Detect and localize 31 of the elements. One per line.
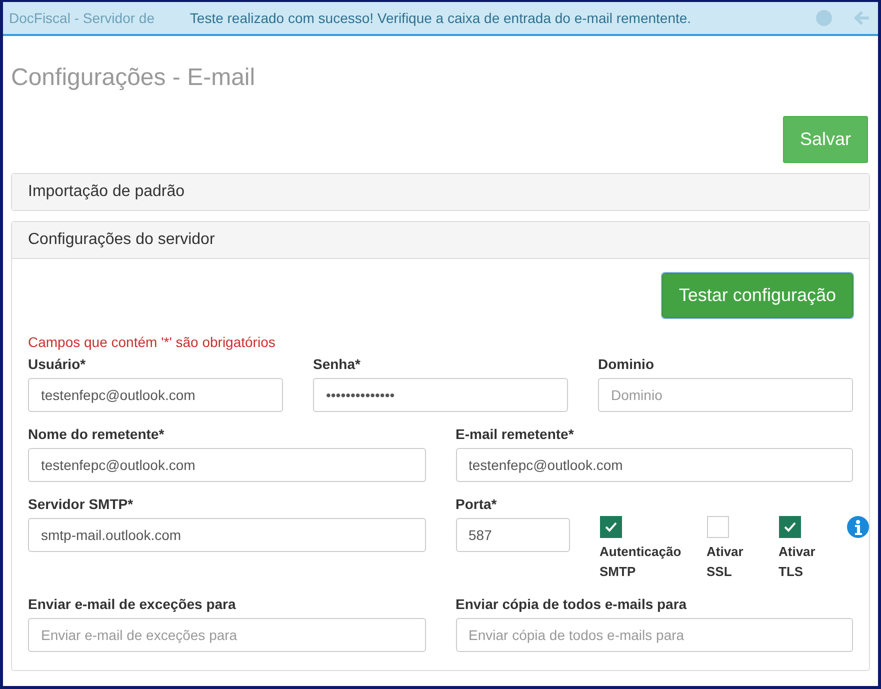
checkbox-label: Autenticação SMTP: [600, 543, 682, 581]
input-field[interactable]: 587: [456, 518, 570, 552]
panel-header[interactable]: Importação de padrão: [12, 174, 869, 210]
field-label: E-mail remetente*: [456, 426, 575, 442]
checkbox[interactable]: [600, 516, 622, 538]
check-icon: [784, 522, 796, 532]
field-label: Porta*: [456, 496, 498, 512]
input-field[interactable]: Enviar cópia de todos e-mails para: [456, 618, 853, 652]
checkbox-label: Ativar SSL: [706, 543, 744, 581]
input-field[interactable]: smtp-mail.outlook.com: [28, 518, 426, 552]
app-title: DocFiscal - Servidor de: [9, 10, 154, 26]
checkbox-label: Ativar TLS: [778, 543, 816, 581]
input-field[interactable]: Dominio: [598, 378, 853, 412]
input-field[interactable]: Enviar e-mail de exceções para: [28, 618, 426, 652]
panel-header[interactable]: Configurações do servidor: [12, 222, 869, 259]
field-label: Enviar e-mail de exceções para: [28, 596, 237, 612]
input-field[interactable]: ••••••••••••••: [313, 378, 568, 412]
required-fields-note: Campos que contém '*' são obrigatórios: [28, 334, 276, 350]
check-icon: [604, 522, 616, 532]
field-label: Enviar cópia de todos e-mails para: [456, 596, 688, 612]
page-title: Configurações - E-mail: [11, 64, 256, 92]
field-label: Servidor SMTP*: [28, 496, 134, 512]
checkbox[interactable]: [778, 516, 800, 538]
field-label: Dominio: [598, 356, 655, 372]
input-field[interactable]: testenfepc@outlook.com: [28, 378, 283, 412]
info-icon[interactable]: [847, 516, 869, 538]
input-field[interactable]: testenfepc@outlook.com: [456, 448, 853, 482]
field-label: Usuário*: [28, 356, 87, 372]
field-label: Nome do remetente*: [28, 426, 166, 442]
input-field[interactable]: testenfepc@outlook.com: [28, 448, 426, 482]
field-label: Senha*: [313, 356, 362, 372]
